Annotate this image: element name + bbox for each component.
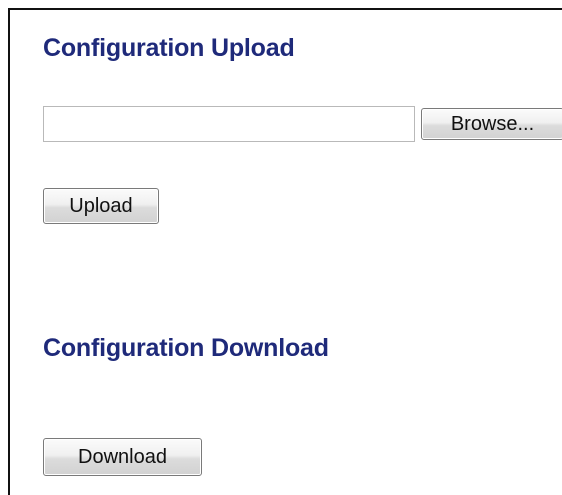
upload-file-path-input[interactable] bbox=[43, 106, 415, 142]
upload-button[interactable]: Upload bbox=[43, 188, 159, 224]
browse-button[interactable]: Browse... bbox=[421, 108, 562, 140]
configuration-upload-heading: Configuration Upload bbox=[43, 34, 295, 62]
configuration-download-heading: Configuration Download bbox=[43, 334, 329, 362]
configuration-panel: Configuration Upload Browse... Upload Co… bbox=[8, 8, 562, 495]
download-button[interactable]: Download bbox=[43, 438, 202, 476]
